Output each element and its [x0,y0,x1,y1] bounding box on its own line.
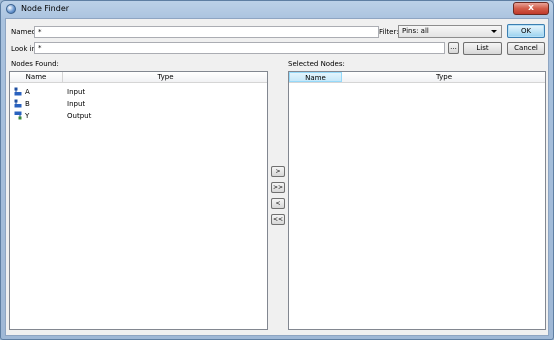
node-finder-window: Node Finder x Named: * Filter: Pins: all… [0,0,554,340]
input-pin-icon [14,99,22,108]
row-name: Y [25,112,30,120]
row-type: Input [67,88,86,96]
input-pin-icon [14,87,22,96]
nodes-found-header: Name Type [10,72,267,83]
table-row[interactable]: B Input [10,98,267,110]
table-row[interactable]: Y Output [10,110,267,122]
filter-value: Pins: all [402,27,429,35]
lookin-input[interactable]: * [34,42,445,54]
close-button[interactable]: x [513,2,549,15]
column-header-name[interactable]: Name [10,72,63,82]
list-button[interactable]: List [463,42,502,55]
selected-nodes-header: Name Type [289,72,545,83]
selected-nodes-label: Selected Nodes: [288,60,345,68]
column-header-name[interactable]: Name [289,72,342,82]
remove-all-button[interactable]: << [271,214,285,225]
chevron-down-icon [491,30,497,33]
app-icon [6,4,16,14]
output-pin-icon [14,111,22,120]
column-header-type[interactable]: Type [342,72,545,82]
row-type: Input [67,100,86,108]
filter-dropdown[interactable]: Pins: all [398,25,502,38]
ok-button[interactable]: OK [507,24,545,38]
nodes-found-list[interactable]: Name Type A Input B Input Y Output [9,71,268,330]
window-title: Node Finder [21,4,70,13]
cancel-button[interactable]: Cancel [507,42,545,55]
row-name: A [25,88,30,96]
nodes-found-label: Nodes Found: [11,60,59,68]
dialog-body: Named: * Filter: Pins: all OK Look in: *… [5,18,549,336]
table-row[interactable]: A Input [10,86,267,98]
browse-button[interactable]: ... [448,42,459,54]
column-header-type[interactable]: Type [63,72,267,82]
title-bar[interactable]: Node Finder x [1,1,553,17]
add-all-button[interactable]: >> [271,182,285,193]
row-type: Output [67,112,92,120]
selected-nodes-list[interactable]: Name Type [288,71,546,330]
filter-label: Filter: [379,28,399,36]
named-input[interactable]: * [34,26,379,38]
row-name: B [25,100,30,108]
add-selected-button[interactable]: > [271,166,285,177]
remove-selected-button[interactable]: < [271,198,285,209]
